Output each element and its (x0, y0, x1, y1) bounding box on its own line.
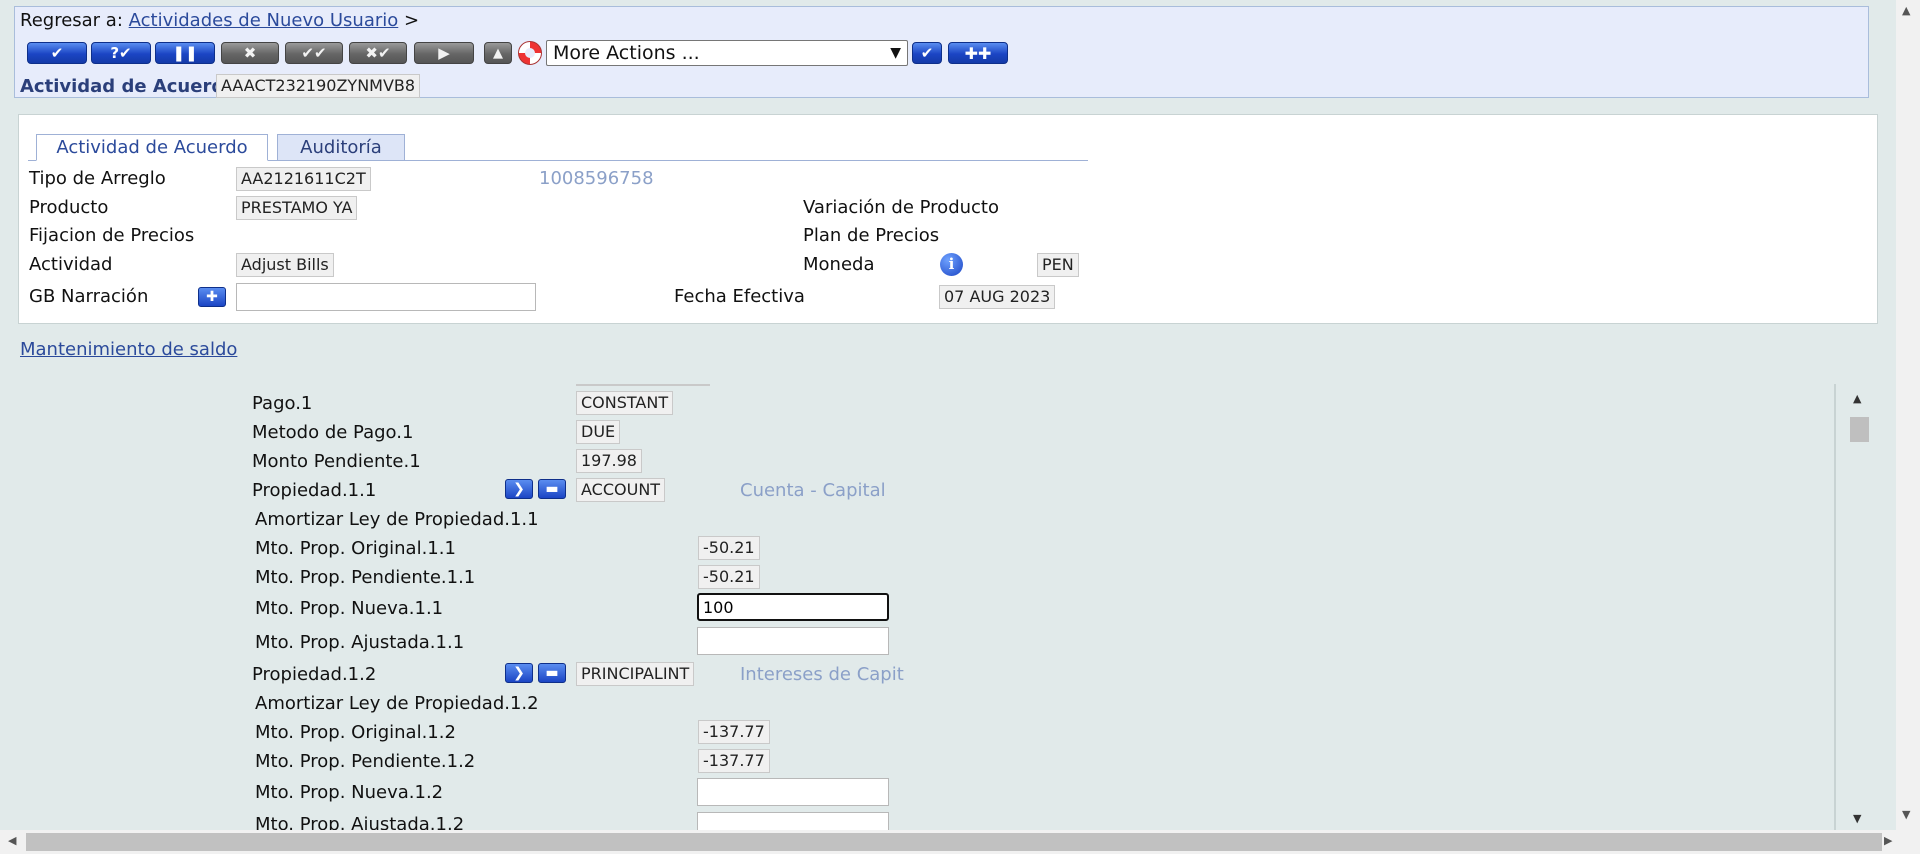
scroll-up-icon[interactable]: ▲ (1853, 392, 1861, 405)
horizontal-scrollbar[interactable]: ◀ ▶ (0, 830, 1896, 854)
breadcrumb-link[interactable]: Actividades de Nuevo Usuario (129, 10, 399, 31)
orig-11-label: Mto. Prop. Original.1.1 (255, 538, 456, 559)
ajust-12-input[interactable] (697, 812, 889, 830)
producto-label: Producto (29, 197, 109, 218)
nueva-11-label: Mto. Prop. Nueva.1.1 (255, 598, 444, 619)
pend-12-value: -137.77 (698, 749, 770, 773)
propiedad-11-label: Propiedad.1.1 (252, 480, 377, 501)
collapse-minus-icon[interactable]: ▬ (538, 663, 566, 683)
more-actions-value: More Actions ... (553, 42, 700, 64)
validate-button[interactable]: ?✔ (91, 42, 151, 64)
inner-scroll-border (1834, 384, 1836, 830)
nueva-12-input[interactable] (697, 778, 889, 806)
fecha-value: 07 AUG 2023 (939, 285, 1056, 309)
window-scrollbar[interactable]: ▲ ▼ (1896, 0, 1920, 854)
plan-label: Plan de Precios (803, 225, 940, 246)
expand-arrow-icon[interactable]: ❯ (505, 479, 533, 499)
tab-auditoria[interactable]: Auditoría (277, 134, 405, 161)
pago-label: Pago.1 (252, 393, 313, 414)
scroll-left-icon[interactable]: ◀ (8, 834, 16, 847)
forward-button[interactable]: ▶ (414, 42, 474, 64)
authorise-button[interactable]: ✔✔ (285, 42, 343, 64)
scroll-down-icon[interactable]: ▼ (1902, 808, 1910, 821)
delete-button[interactable]: ✖ (221, 42, 279, 64)
scroll-right-icon[interactable]: ▶ (1884, 834, 1892, 847)
customer-number: 1008596758 (539, 168, 654, 189)
clip-row: Mto. Prop. Ajustada.1.2 (0, 812, 1830, 830)
more-actions-select[interactable]: More Actions ... ▼ (546, 40, 908, 66)
monto-label: Monto Pendiente.1 (252, 451, 421, 472)
actividad-value: Adjust Bills (236, 253, 334, 277)
info-icon[interactable]: i (940, 253, 963, 276)
scroll-up-icon[interactable]: ▲ (1902, 4, 1910, 17)
propiedad-12-label: Propiedad.1.2 (252, 664, 377, 685)
narracion-label: GB Narración (29, 286, 149, 307)
orig-12-label: Mto. Prop. Original.1.2 (255, 722, 456, 743)
propiedad-11-desc: Cuenta - Capital (740, 480, 886, 501)
record-id-value: AAACT232190ZYNMVB8 (216, 74, 421, 98)
metodo-value: DUE (576, 420, 621, 444)
moneda-label: Moneda (803, 254, 875, 275)
pend-11-value: -50.21 (698, 565, 760, 589)
ajust-11-label: Mto. Prop. Ajustada.1.1 (255, 632, 465, 653)
expand-arrow-icon[interactable]: ❯ (505, 663, 533, 683)
record-id-label: Actividad de Acuerdo (20, 76, 237, 97)
collapse-minus-icon[interactable]: ▬ (538, 479, 566, 499)
inner-scrollbar[interactable]: ▲ ▼ (1847, 384, 1872, 830)
scroll-down-icon[interactable]: ▼ (1853, 812, 1861, 825)
breadcrumb-separator: > (404, 10, 420, 31)
propiedad-12-desc: Intereses de Capit (740, 664, 904, 685)
ajust-11-input[interactable] (697, 627, 889, 655)
chevron-down-icon: ▼ (890, 45, 901, 61)
expand-plus-icon[interactable]: ✚ (198, 287, 226, 307)
orig-12-value: -137.77 (698, 720, 770, 744)
propiedad-11-value: ACCOUNT (576, 478, 666, 502)
pago-value: CONSTANT (576, 391, 674, 415)
ajust-12-label: Mto. Prop. Ajustada.1.2 (255, 814, 465, 830)
fijacion-label: Fijacion de Precios (29, 225, 195, 246)
fecha-label: Fecha Efectiva (674, 286, 805, 307)
nueva-12-label: Mto. Prop. Nueva.1.2 (255, 782, 444, 803)
amortizar-12-label: Amortizar Ley de Propiedad.1.2 (255, 693, 539, 714)
reverse-button[interactable]: ✖✔ (349, 42, 407, 64)
metodo-label: Metodo de Pago.1 (252, 422, 414, 443)
producto-value: PRESTAMO YA (236, 196, 358, 220)
clipped-field-edge (576, 384, 710, 386)
actividad-label: Actividad (29, 254, 113, 275)
amortizar-11-label: Amortizar Ley de Propiedad.1.1 (255, 509, 539, 530)
hold-button[interactable]: ❚❚ (155, 42, 215, 64)
monto-value: 197.98 (576, 449, 642, 473)
pend-12-label: Mto. Prop. Pendiente.1.2 (255, 751, 476, 772)
go-button[interactable]: ✔ (912, 42, 942, 64)
help-lifebuoy-icon[interactable] (518, 41, 542, 65)
narracion-input[interactable] (236, 283, 536, 311)
moneda-value: PEN (1037, 253, 1079, 277)
propiedad-12-value: PRINCIPALINT (576, 662, 695, 686)
breadcrumb-prefix: Regresar a: (20, 10, 123, 31)
mantenimiento-link[interactable]: Mantenimiento de saldo (20, 339, 237, 360)
add-new-button[interactable]: ✚✚ (948, 42, 1008, 64)
inner-scroll-thumb[interactable] (1850, 417, 1869, 442)
nueva-11-input[interactable] (697, 593, 889, 621)
tipo-arreglo-label: Tipo de Arreglo (29, 168, 166, 189)
breadcrumb: Regresar a: Actividades de Nuevo Usuario… (20, 10, 419, 31)
commit-button[interactable]: ✔ (27, 42, 87, 64)
orig-11-value: -50.21 (698, 536, 760, 560)
pend-11-label: Mto. Prop. Pendiente.1.1 (255, 567, 476, 588)
upload-icon[interactable]: ▲ (484, 42, 512, 64)
horizontal-scroll-thumb[interactable] (26, 833, 1882, 851)
variacion-label: Variación de Producto (803, 197, 999, 218)
tab-actividad-de-acuerdo[interactable]: Actividad de Acuerdo (36, 134, 268, 161)
tipo-arreglo-value: AA2121611C2T (236, 167, 371, 191)
